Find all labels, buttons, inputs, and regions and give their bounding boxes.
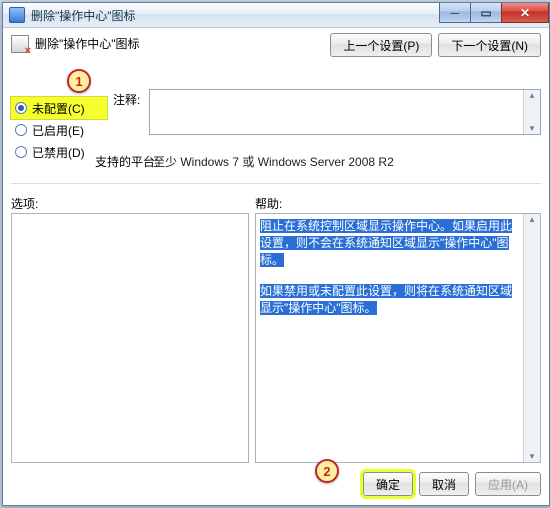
- radio-not-configured-input[interactable]: [15, 102, 27, 114]
- help-paragraph-2: 如果禁用或未配置此设置，则将在系统通知区域显示"操作中心"图标。: [260, 284, 512, 315]
- header-row: 删除"操作中心"图标 上一个设置(P) 下一个设置(N): [11, 33, 541, 57]
- window-controls: ─ ▭ ✕: [440, 3, 549, 23]
- footer-buttons: 确定 取消 应用(A): [11, 471, 541, 497]
- comment-scrollbar[interactable]: [523, 90, 540, 134]
- options-label: 选项:: [11, 195, 38, 212]
- policy-icon: [11, 35, 29, 53]
- radio-enabled-label: 已启用(E): [32, 122, 84, 139]
- comment-textarea[interactable]: [149, 89, 541, 135]
- minimize-button[interactable]: ─: [439, 3, 471, 23]
- cancel-button[interactable]: 取消: [419, 472, 469, 496]
- maximize-button[interactable]: ▭: [470, 3, 502, 23]
- help-scrollbar[interactable]: [523, 214, 540, 462]
- policy-title: 删除"操作中心"图标: [35, 35, 140, 52]
- platform-label: 支持的平台:: [95, 153, 158, 170]
- separator: [11, 183, 541, 184]
- radio-enabled[interactable]: 已启用(E): [11, 119, 107, 141]
- state-radios: 未配置(C) 已启用(E) 已禁用(D): [11, 97, 107, 163]
- radio-not-configured[interactable]: 未配置(C): [11, 97, 107, 119]
- dialog-window: 删除"操作中心"图标 ─ ▭ ✕ 删除"操作中心"图标 上一个设置(P) 下一个…: [2, 2, 550, 506]
- radio-disabled-label: 已禁用(D): [32, 144, 85, 161]
- titlebar[interactable]: 删除"操作中心"图标 ─ ▭ ✕: [3, 3, 549, 28]
- ok-button[interactable]: 确定: [363, 472, 413, 496]
- comment-label: 注释:: [113, 91, 140, 108]
- radio-disabled[interactable]: 已禁用(D): [11, 141, 107, 163]
- apply-button[interactable]: 应用(A): [475, 472, 541, 496]
- annotation-callout-1: 1: [67, 69, 91, 93]
- close-button[interactable]: ✕: [501, 3, 549, 23]
- radio-not-configured-label: 未配置(C): [32, 100, 85, 117]
- prev-setting-button[interactable]: 上一个设置(P): [330, 33, 432, 57]
- help-label: 帮助:: [255, 195, 282, 212]
- help-paragraph-1: 阻止在系统控制区域显示操作中心。如果启用此设置，则不会在系统通知区域显示"操作中…: [260, 219, 512, 267]
- radio-disabled-input[interactable]: [15, 146, 27, 158]
- annotation-callout-2: 2: [315, 459, 339, 483]
- options-box[interactable]: [11, 213, 249, 463]
- platform-value: 至少 Windows 7 或 Windows Server 2008 R2: [153, 153, 394, 170]
- window-title: 删除"操作中心"图标: [31, 7, 136, 24]
- radio-enabled-input[interactable]: [15, 124, 27, 136]
- next-setting-button[interactable]: 下一个设置(N): [438, 33, 541, 57]
- nav-buttons: 上一个设置(P) 下一个设置(N): [330, 33, 541, 57]
- dialog-body: 删除"操作中心"图标 上一个设置(P) 下一个设置(N) 未配置(C) 已启用(…: [11, 33, 541, 497]
- app-icon: [9, 7, 25, 23]
- help-box[interactable]: 阻止在系统控制区域显示操作中心。如果启用此设置，则不会在系统通知区域显示"操作中…: [255, 213, 541, 463]
